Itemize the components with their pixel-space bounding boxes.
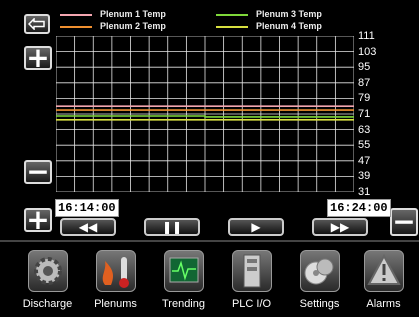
y-tick-label: 79 <box>358 92 371 105</box>
y-tick-label: 95 <box>358 61 371 74</box>
play-button[interactable]: ▶ <box>228 218 284 236</box>
pause-button[interactable]: ❚❚ <box>144 218 200 236</box>
y-tick-label: 31 <box>358 186 371 198</box>
gear-icon <box>28 250 68 292</box>
y-tick-label: 63 <box>358 123 371 136</box>
legend-swatch <box>60 25 92 28</box>
y-tick-label: 87 <box>358 76 371 89</box>
thermometer-flame-icon <box>96 250 136 292</box>
y-tick-label: 71 <box>358 108 371 120</box>
nav-label: Trending <box>161 298 205 310</box>
rewind-button[interactable]: ◀◀ <box>60 218 116 236</box>
legend-item: Plenum 2 Temp <box>60 21 166 31</box>
legend-label: Plenum 2 Temp <box>100 21 166 31</box>
plc-module-icon <box>232 250 272 292</box>
x-zoom-out-button[interactable]: − <box>390 208 418 236</box>
play-icon: ▶ <box>251 220 261 234</box>
nav-alarms[interactable]: Alarms <box>356 248 411 310</box>
legend-swatch <box>216 25 248 28</box>
y-tick-label: 39 <box>358 170 371 183</box>
y-tick-label: 55 <box>358 139 371 152</box>
nav-label: PLC I/O <box>231 298 272 310</box>
legend-swatch <box>60 13 92 16</box>
legend-swatch <box>216 13 248 16</box>
y-tick-label: 103 <box>358 45 377 58</box>
y-tick-label: 111 <box>358 30 375 42</box>
legend-item: Plenum 3 Temp <box>216 9 322 19</box>
x-zoom-in-button[interactable]: + <box>24 206 52 234</box>
trend-monitor-icon <box>164 250 204 292</box>
legend-label: Plenum 4 Temp <box>256 21 322 31</box>
nav-label: Plenums <box>94 298 137 310</box>
legend-label: Plenum 1 Temp <box>100 9 166 19</box>
back-arrow-icon <box>28 18 45 30</box>
legend-item: Plenum 4 Temp <box>216 21 322 31</box>
start-time-label: 16:14:00 <box>55 199 119 217</box>
nav-trending[interactable]: Trending <box>156 248 211 310</box>
trending-screen: + − + − Plenum 1 Temp Plenum 2 Temp Plen… <box>0 0 419 317</box>
y-tick-label: 47 <box>358 154 371 167</box>
fast-forward-icon: ▶▶ <box>330 220 350 234</box>
settings-disc-icon <box>300 250 340 292</box>
pause-icon: ❚❚ <box>161 220 183 234</box>
warning-icon <box>364 250 404 292</box>
y-zoom-out-button[interactable]: − <box>24 158 52 186</box>
back-button[interactable] <box>24 14 50 34</box>
end-time-label: 16:24:00 <box>327 199 391 217</box>
trend-chart <box>56 36 354 192</box>
legend-item: Plenum 1 Temp <box>60 9 166 19</box>
legend-label: Plenum 3 Temp <box>256 9 322 19</box>
nav-plenums[interactable]: Plenums <box>88 248 143 310</box>
nav-label: Discharge <box>22 298 73 310</box>
fast-forward-button[interactable]: ▶▶ <box>312 218 368 236</box>
series-line-plenum-3-temp <box>56 115 354 118</box>
y-zoom-in-button[interactable]: + <box>24 44 52 72</box>
nav-discharge[interactable]: Discharge <box>20 248 75 310</box>
bottom-nav: Discharge Plenums Trending PLC I/O Setti… <box>0 240 419 317</box>
rewind-icon: ◀◀ <box>78 220 98 234</box>
nav-label: Alarms <box>366 298 401 310</box>
nav-settings[interactable]: Settings <box>292 248 347 310</box>
nav-plc-io[interactable]: PLC I/O <box>224 248 279 310</box>
